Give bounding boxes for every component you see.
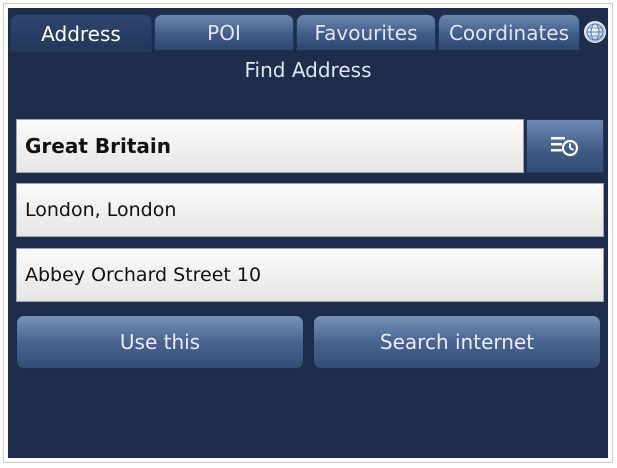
device-frame: Address POI Favourites Coordinates Find …	[3, 3, 613, 463]
navigation-screen: Address POI Favourites Coordinates Find …	[8, 8, 608, 458]
tab-favourites[interactable]: Favourites	[296, 14, 436, 50]
use-this-button[interactable]: Use this	[16, 315, 304, 369]
page-title: Find Address	[244, 58, 372, 82]
street-field[interactable]: Abbey Orchard Street 10	[16, 248, 604, 302]
tab-address[interactable]: Address	[10, 14, 152, 52]
tab-coordinates[interactable]: Coordinates	[438, 14, 580, 50]
tab-bar: Address POI Favourites Coordinates	[8, 14, 608, 52]
country-field[interactable]: Great Britain	[16, 119, 524, 173]
history-list-icon	[551, 137, 579, 157]
globe-button[interactable]	[582, 17, 608, 47]
history-button[interactable]	[526, 119, 604, 173]
globe-icon	[584, 21, 606, 43]
city-field[interactable]: London, London	[16, 183, 604, 237]
tab-poi[interactable]: POI	[154, 14, 294, 50]
search-internet-button[interactable]: Search internet	[313, 315, 601, 369]
